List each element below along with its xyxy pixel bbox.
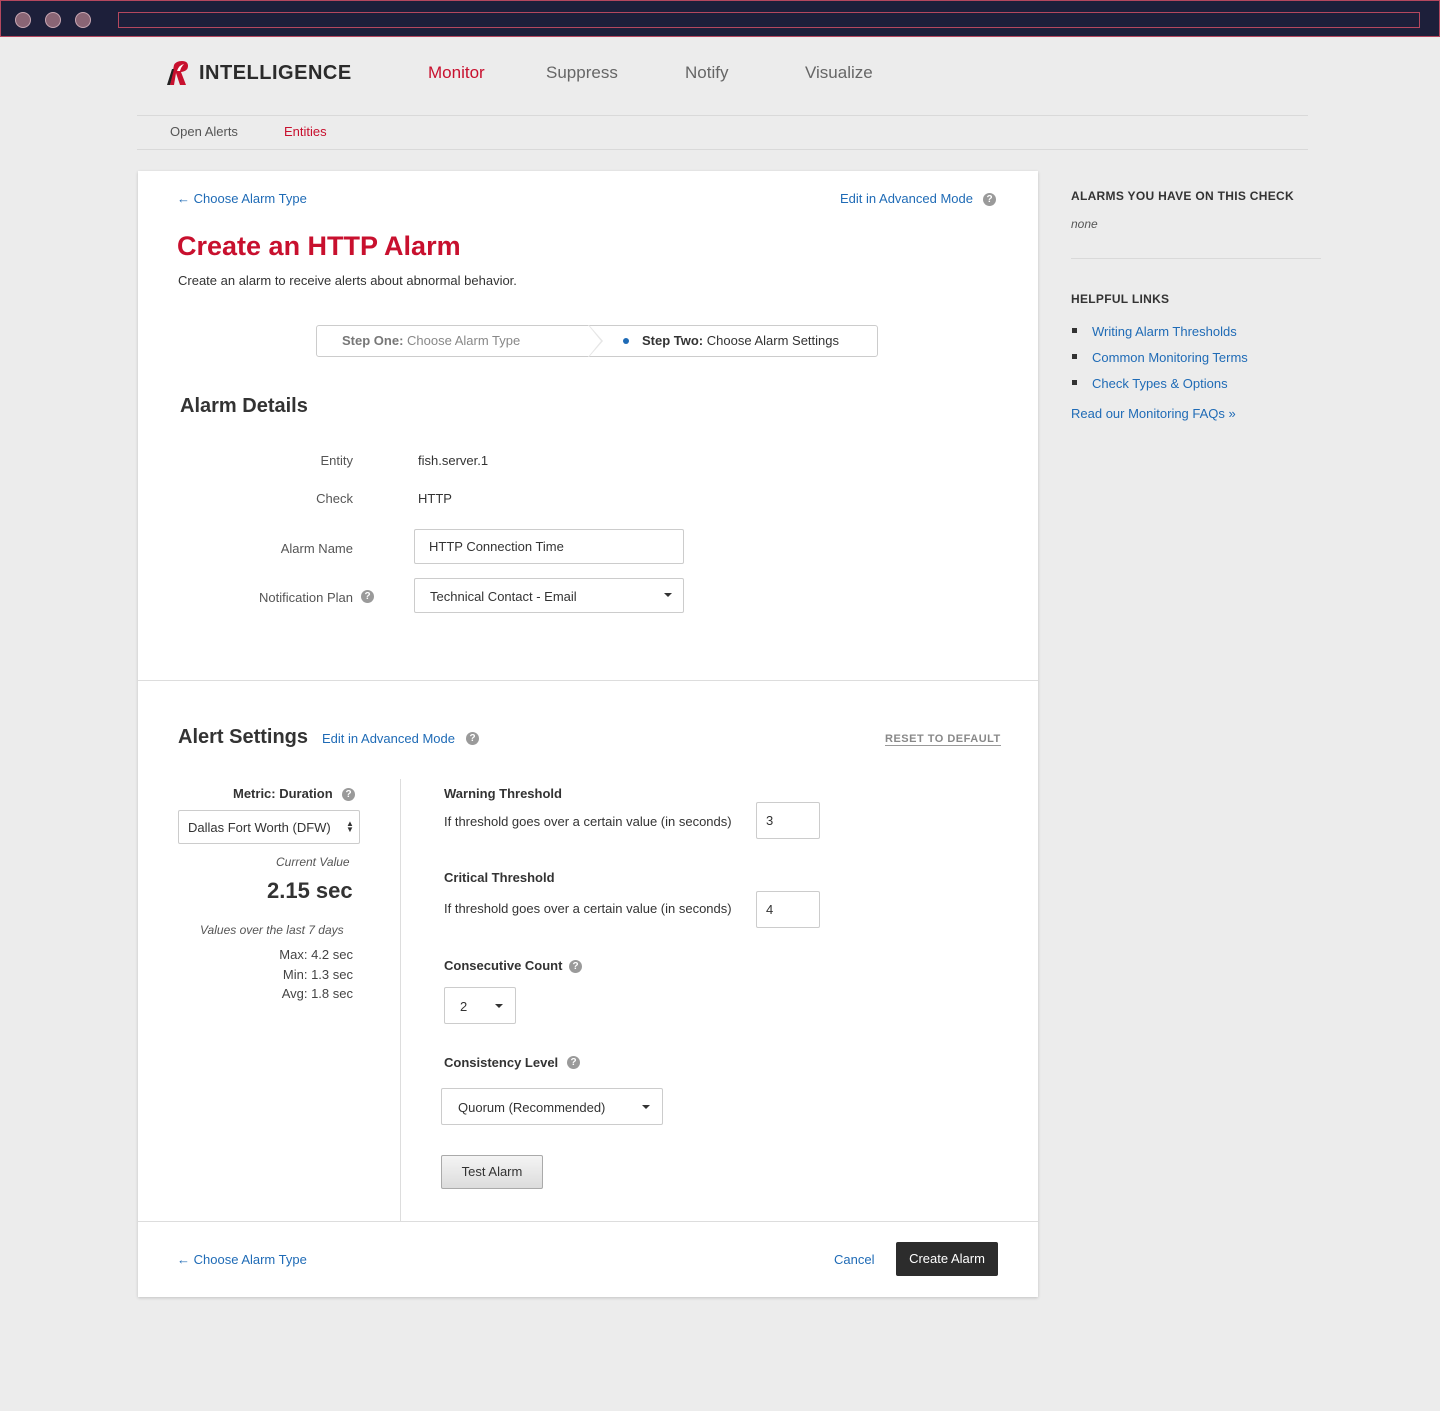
address-bar[interactable]	[118, 12, 1420, 28]
active-step-dot-icon	[623, 338, 629, 344]
step-indicator: Step One: Choose Alarm Type Step Two: Ch…	[316, 325, 878, 357]
alarm-name-label: Alarm Name	[280, 541, 353, 556]
metric-help-icon[interactable]: ?	[342, 788, 355, 801]
warning-threshold-input[interactable]	[756, 802, 820, 839]
alert-settings-title: Alert Settings	[178, 726, 309, 748]
consistency-level-help-icon[interactable]: ?	[567, 1056, 580, 1069]
stat-max: Max: 4.2 sec	[279, 947, 353, 962]
notification-plan-label: Notification Plan	[259, 590, 353, 605]
check-value: HTTP	[418, 491, 452, 506]
region-select[interactable]: Dallas Fort Worth (DFW) ▲ ▼	[178, 810, 360, 844]
alarm-name-input[interactable]	[414, 529, 684, 564]
footer-divider	[138, 1221, 1038, 1222]
consecutive-count-select[interactable]: 2	[444, 987, 516, 1024]
warning-threshold-title: Warning Threshold	[444, 786, 562, 801]
helpful-links-heading: HELPFUL LINKS	[1071, 292, 1170, 306]
nav-visualize[interactable]: Visualize	[805, 63, 873, 83]
consecutive-count-title: Consecutive Count	[444, 958, 563, 973]
link-check-types-options[interactable]: Check Types & Options	[1092, 376, 1228, 391]
section-divider	[138, 680, 1038, 681]
stat-avg: Avg: 1.8 sec	[281, 986, 353, 1001]
consecutive-count-help-icon[interactable]: ?	[569, 960, 582, 973]
step-one-label: Step One:	[342, 333, 404, 348]
back-to-alarm-type-link[interactable]: ← Choose Alarm Type	[177, 191, 307, 206]
current-value: 2.15 sec	[267, 878, 353, 903]
monitoring-faq-link[interactable]: Read our Monitoring FAQs »	[1071, 406, 1236, 421]
column-divider	[400, 779, 401, 1221]
page-title: Create an HTTP Alarm	[177, 231, 461, 261]
bullet-icon	[1072, 328, 1077, 333]
help-icon[interactable]: ?	[983, 193, 996, 206]
consistency-level-title: Consistency Level	[444, 1055, 559, 1070]
history-label: Values over the last 7 days	[200, 923, 344, 937]
step-two: Step Two: Choose Alarm Settings	[642, 333, 839, 348]
step-one[interactable]: Step One: Choose Alarm Type	[342, 333, 520, 348]
alarm-details-title: Alarm Details	[180, 395, 308, 417]
alarms-on-check-none: none	[1071, 217, 1098, 231]
entity-value: fish.server.1	[418, 453, 489, 468]
bullet-icon	[1072, 380, 1077, 385]
warning-threshold-desc: If threshold goes over a certain value (…	[444, 814, 732, 829]
nav-notify[interactable]: Notify	[685, 63, 728, 83]
edit-advanced-mode-link[interactable]: Edit in Advanced Mode	[840, 191, 973, 206]
create-alarm-button[interactable]: Create Alarm	[896, 1242, 998, 1276]
notification-plan-help-icon[interactable]: ?	[361, 590, 374, 603]
step-chevron-inner	[588, 325, 601, 357]
sidebar-divider	[1071, 258, 1321, 259]
maximize-window-icon[interactable]	[75, 12, 91, 28]
footer-back-link[interactable]: ← Choose Alarm Type	[177, 1252, 307, 1267]
chevron-down-icon	[495, 1004, 503, 1008]
cancel-link[interactable]: Cancel	[834, 1252, 874, 1267]
current-value-label: Current Value	[276, 855, 350, 869]
link-writing-alarm-thresholds[interactable]: Writing Alarm Thresholds	[1092, 324, 1237, 339]
minimize-window-icon[interactable]	[45, 12, 61, 28]
brand-name: INTELLIGENCE	[199, 61, 352, 84]
metric-label: Metric: Duration	[233, 786, 333, 801]
consistency-level-select[interactable]: Quorum (Recommended)	[441, 1088, 663, 1125]
critical-threshold-desc: If threshold goes over a certain value (…	[444, 901, 732, 916]
subnav-open-alerts[interactable]: Open Alerts	[170, 124, 238, 139]
chevron-down-icon	[664, 593, 672, 597]
consistency-level-value: Quorum (Recommended)	[458, 1100, 606, 1115]
alert-settings-help-icon[interactable]: ?	[466, 732, 479, 745]
create-alarm-panel: ← Choose Alarm Type Edit in Advanced Mod…	[138, 171, 1038, 1297]
step-one-text: Choose Alarm Type	[407, 333, 521, 348]
updown-icon: ▲ ▼	[346, 819, 354, 834]
notification-plan-value: Technical Contact - Email	[430, 589, 577, 604]
bullet-icon	[1072, 354, 1077, 359]
close-window-icon[interactable]	[15, 12, 31, 28]
alert-advanced-mode-link[interactable]: Edit in Advanced Mode	[322, 731, 455, 746]
page-lead: Create an alarm to receive alerts about …	[178, 273, 517, 288]
brand-logo[interactable]: INTELLIGENCE	[164, 58, 352, 88]
step-two-label: Step Two:	[642, 333, 704, 348]
sub-nav-divider-top	[137, 115, 1308, 116]
critical-threshold-title: Critical Threshold	[444, 870, 555, 885]
critical-threshold-input[interactable]	[756, 891, 820, 928]
link-common-monitoring-terms[interactable]: Common Monitoring Terms	[1092, 350, 1248, 365]
window-chrome	[0, 0, 1440, 37]
nav-suppress[interactable]: Suppress	[546, 63, 618, 83]
entity-label: Entity	[320, 453, 353, 468]
step-two-text: Choose Alarm Settings	[706, 333, 839, 348]
sub-nav-divider-bottom	[137, 149, 1308, 150]
region-value: Dallas Fort Worth (DFW)	[188, 820, 331, 835]
check-label: Check	[316, 491, 353, 506]
stat-min: Min: 1.3 sec	[282, 967, 353, 982]
test-alarm-button[interactable]: Test Alarm	[441, 1155, 543, 1189]
reset-to-default-link[interactable]: RESET TO DEFAULT	[885, 733, 1001, 746]
nav-monitor[interactable]: Monitor	[428, 63, 485, 83]
chevron-down-icon	[642, 1105, 650, 1109]
consecutive-count-value: 2	[460, 999, 468, 1014]
rackspace-logo-icon	[167, 61, 188, 85]
alarms-on-check-heading: ALARMS YOU HAVE ON THIS CHECK	[1071, 189, 1294, 203]
notification-plan-select[interactable]: Technical Contact - Email	[414, 578, 684, 613]
subnav-entities[interactable]: Entities	[284, 124, 327, 139]
